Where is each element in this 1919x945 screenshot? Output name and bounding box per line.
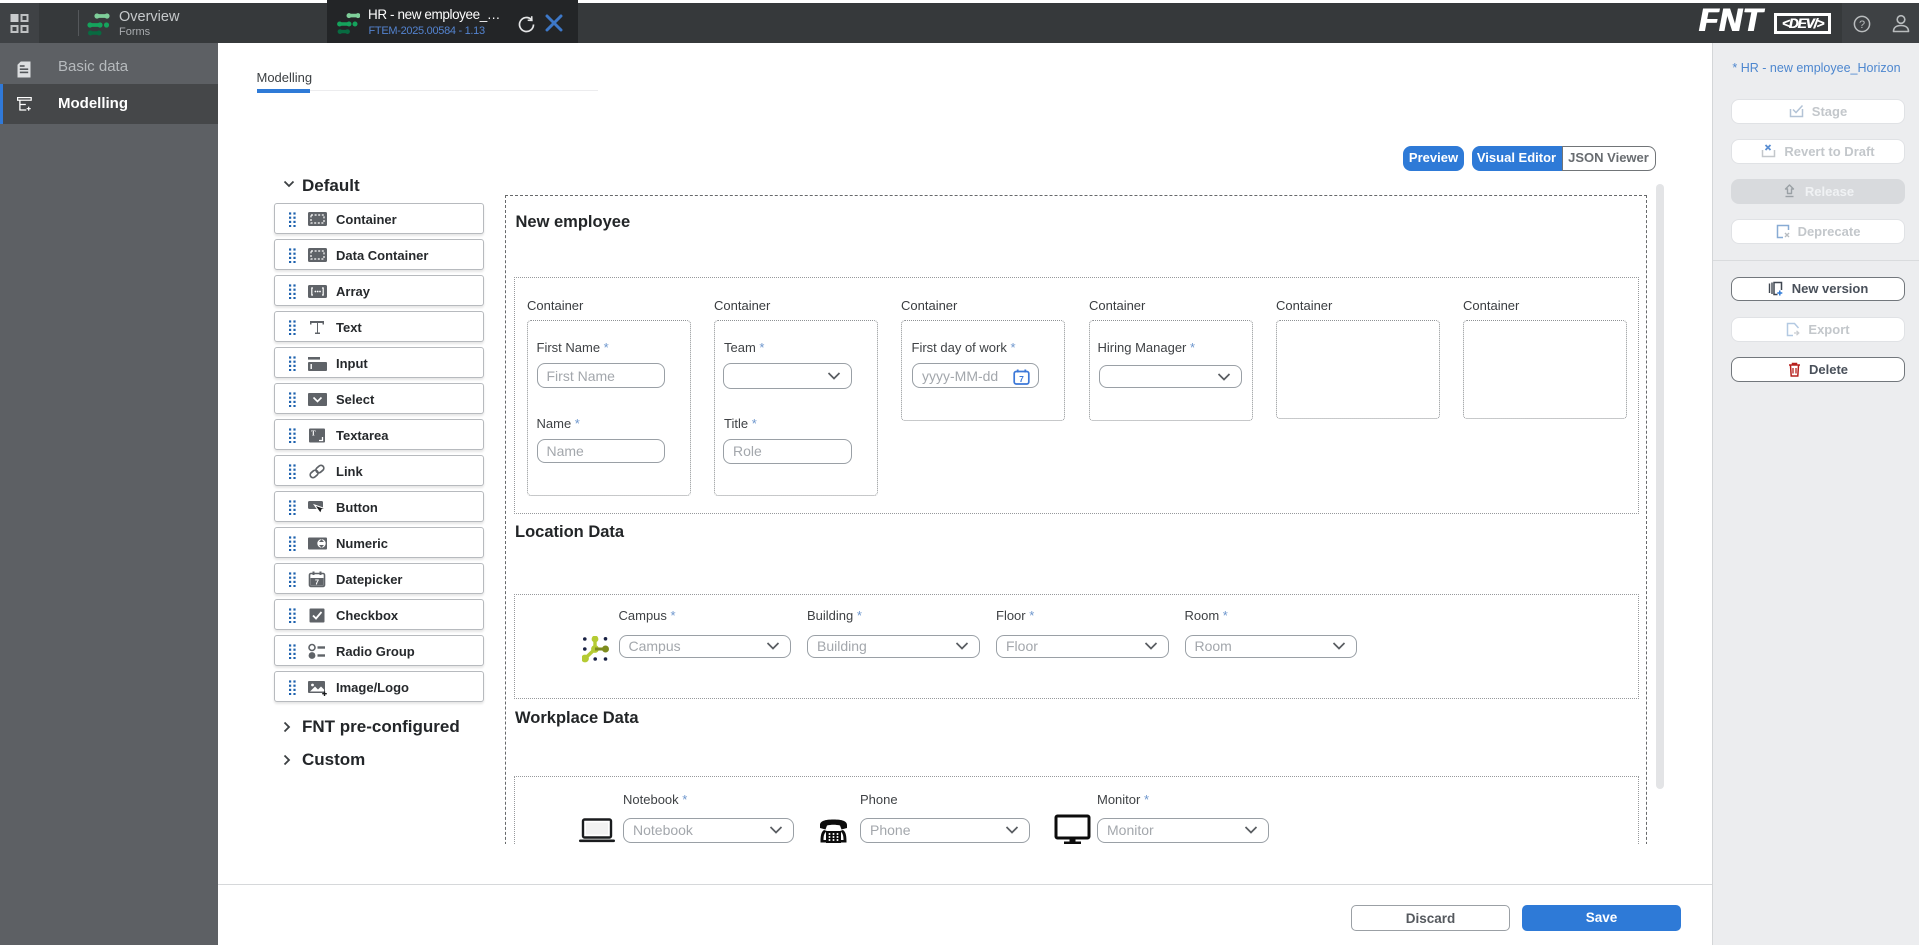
- svg-text:?: ?: [1859, 19, 1865, 31]
- svg-text:T: T: [311, 430, 316, 438]
- svg-text:7: 7: [1019, 374, 1024, 384]
- svg-text:7: 7: [315, 578, 319, 587]
